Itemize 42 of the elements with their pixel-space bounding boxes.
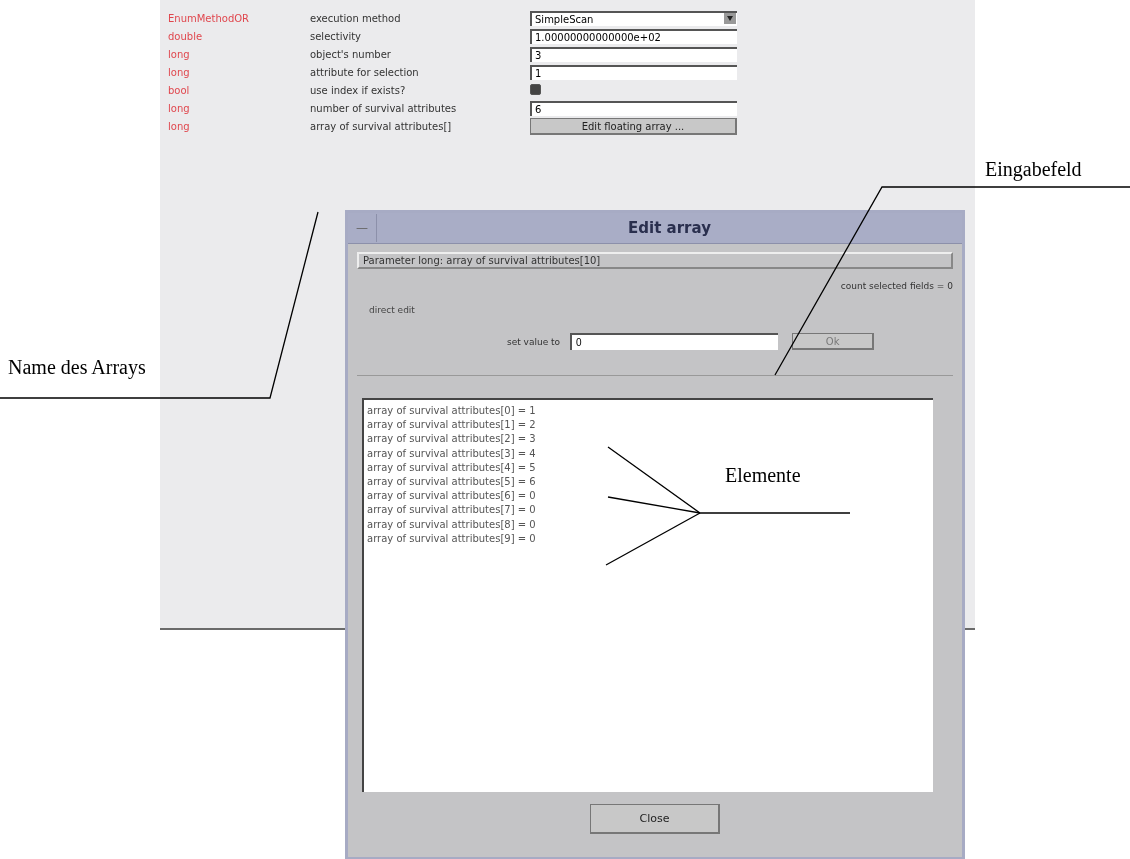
parameter-name: selectivity: [310, 31, 363, 42]
parameter-type: long: [168, 103, 191, 114]
parameter-type: long: [168, 67, 191, 78]
parameter-name: number of survival attributes: [310, 103, 458, 114]
annotation-label: Elemente: [725, 464, 801, 487]
close-button[interactable]: Close: [590, 804, 720, 834]
list-item[interactable]: array of survival attributes[1] = 2: [367, 418, 536, 433]
list-item[interactable]: array of survival attributes[6] = 0: [367, 489, 536, 504]
list-item[interactable]: array of survival attributes[2] = 3: [367, 432, 536, 447]
parameter-type: EnumMethodOR: [168, 13, 251, 24]
parameter-header: Parameter long: array of survival attributes[10]: [357, 252, 953, 269]
dropdown[interactable]: SimpleScan: [530, 11, 737, 26]
input-field[interactable]: 6: [530, 101, 737, 116]
annotation-label: Eingabefeld: [985, 158, 1082, 181]
parameter-name: array of survival attributes[]: [310, 121, 453, 132]
parameter-type: bool: [168, 85, 191, 96]
input-field[interactable]: 3: [530, 47, 737, 62]
list-item[interactable]: array of survival attributes[5] = 6: [367, 475, 536, 490]
parameter-type: double: [168, 31, 204, 42]
field-label: set value to: [507, 336, 561, 347]
parameter-type: long: [168, 49, 191, 60]
parameter-name: execution method: [310, 13, 402, 24]
group-label: direct edit: [369, 305, 415, 315]
parameter-name: object's number: [310, 49, 392, 60]
input-field[interactable]: 0: [570, 333, 779, 350]
window-title: Edit array: [627, 219, 712, 237]
list-item[interactable]: array of survival attributes[7] = 0: [367, 503, 536, 518]
selection-count: count selected fields = 0: [839, 281, 953, 291]
parameter-name: use index if exists?: [310, 85, 407, 96]
parameter-type: long: [168, 121, 191, 132]
list-item[interactable]: array of survival attributes[4] = 5: [367, 460, 536, 475]
list-item[interactable]: array of survival attributes[0] = 1: [367, 404, 536, 419]
checkbox[interactable]: [530, 84, 541, 95]
input-field[interactable]: 1.00000000000000e+02: [530, 29, 737, 44]
list-item[interactable]: array of survival attributes[3] = 4: [367, 446, 536, 461]
annotation-label: Name des Arrays: [8, 356, 146, 379]
parameter-name: attribute for selection: [310, 67, 420, 78]
list-item[interactable]: array of survival attributes[9] = 0: [367, 531, 536, 547]
edit-array-button[interactable]: Edit floating array ...: [530, 118, 737, 135]
list-item[interactable]: array of survival attributes[8] = 0: [367, 517, 536, 532]
caret-icon: [724, 13, 736, 24]
input-field[interactable]: 1: [530, 65, 737, 80]
